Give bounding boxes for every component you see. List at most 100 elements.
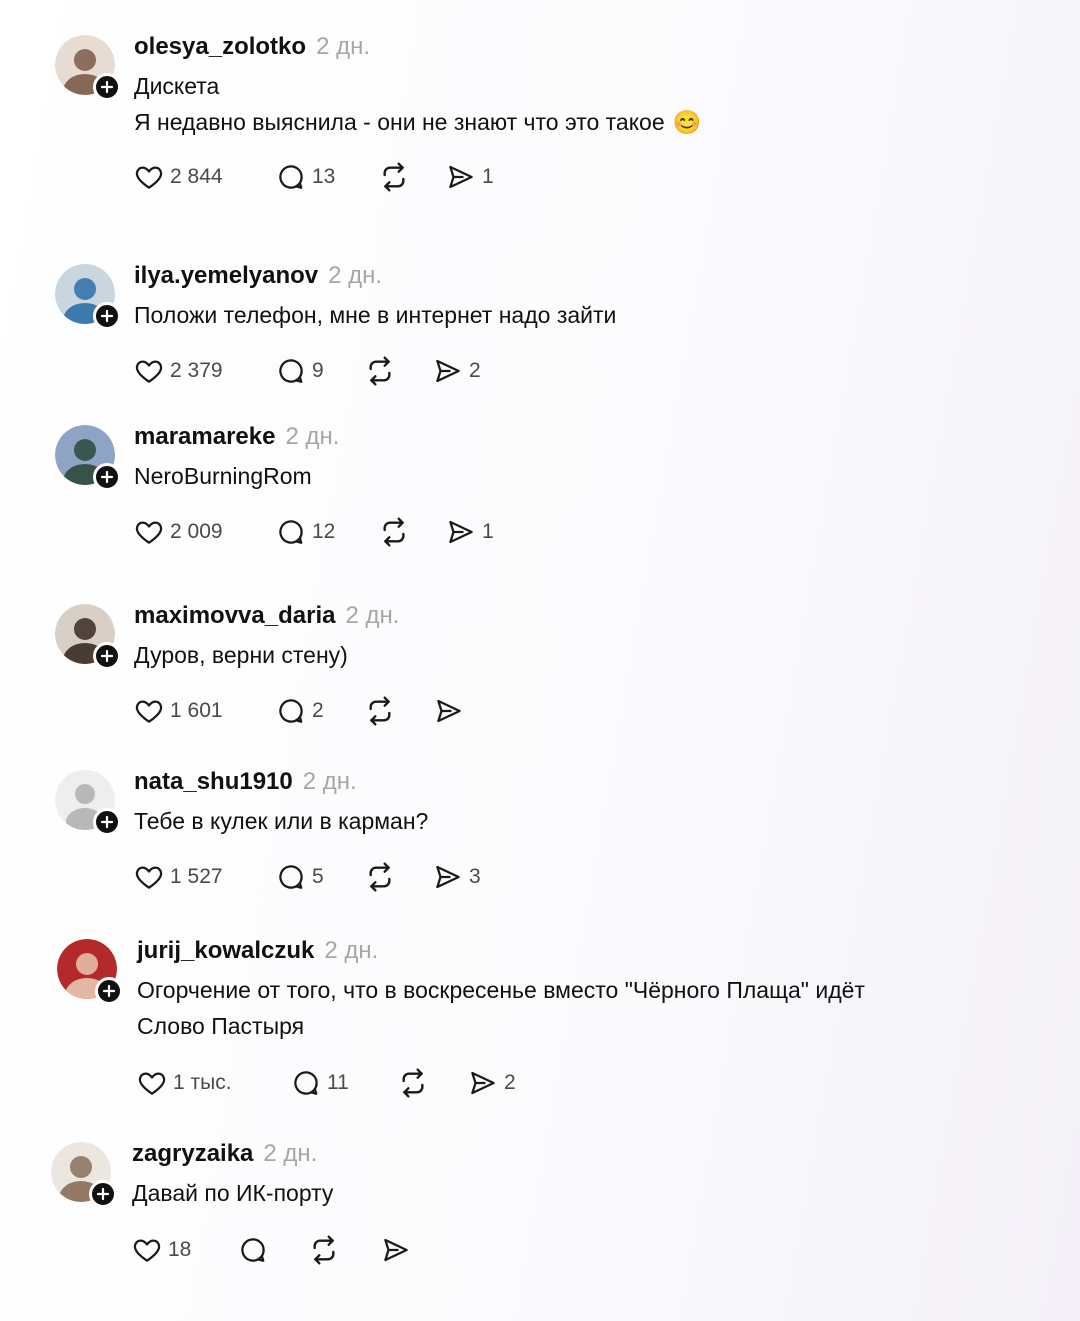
- avatar[interactable]: [55, 264, 121, 330]
- comment-text-line: Дуров, верни стену): [134, 637, 1014, 673]
- avatar[interactable]: [55, 425, 121, 491]
- follow-plus-button[interactable]: [89, 1180, 117, 1208]
- username[interactable]: ilya.yemelyanov: [134, 262, 318, 289]
- plus-icon: [102, 984, 116, 998]
- follow-plus-button[interactable]: [93, 302, 121, 330]
- share-button[interactable]: 1: [446, 162, 494, 192]
- reply-button[interactable]: 9: [276, 356, 324, 386]
- reply-button[interactable]: 11: [291, 1068, 349, 1098]
- likes-count: 18: [168, 1238, 192, 1261]
- share-button[interactable]: 2: [433, 356, 481, 386]
- repost-icon: [308, 1234, 340, 1266]
- comment-text-line: Положи телефон, мне в интернет надо зайт…: [134, 297, 1014, 333]
- repost-button[interactable]: [364, 356, 396, 386]
- username[interactable]: zagryzaika: [132, 1140, 253, 1167]
- reply-button[interactable]: 13: [276, 162, 335, 192]
- reply-button[interactable]: [238, 1235, 268, 1265]
- repost-icon: [364, 861, 396, 893]
- timestamp: 2 дн.: [263, 1140, 318, 1167]
- comment-text-content: Положи телефон, мне в интернет надо зайт…: [134, 302, 617, 328]
- comment-text-line: Давай по ИК-порту: [132, 1175, 1012, 1211]
- heart-icon: [134, 356, 164, 386]
- username-row: maramareke 2 дн.: [134, 423, 339, 451]
- reply-button[interactable]: 2: [276, 696, 324, 726]
- comment-text-line: Слово Пастыря: [137, 1008, 1017, 1044]
- comment-text-content: Давай по ИК-порту: [132, 1180, 334, 1206]
- follow-plus-button[interactable]: [93, 642, 121, 670]
- comment-text: Тебе в кулек или в карман?: [134, 803, 1014, 839]
- replies-count: 13: [312, 165, 336, 188]
- heart-icon: [132, 1235, 162, 1265]
- repost-button[interactable]: [378, 517, 410, 547]
- likes-count: 2 379: [170, 359, 223, 382]
- avatar[interactable]: [55, 35, 121, 101]
- share-button[interactable]: 2: [468, 1068, 516, 1098]
- share-button[interactable]: 1: [446, 517, 494, 547]
- repost-button[interactable]: [378, 162, 410, 192]
- comment-text-content: Дуров, верни стену): [134, 642, 348, 668]
- username-row: ilya.yemelyanov 2 дн.: [134, 262, 382, 290]
- timestamp: 2 дн.: [316, 33, 371, 60]
- share-button[interactable]: 3: [433, 862, 481, 892]
- repost-button[interactable]: [364, 862, 396, 892]
- comment-text: Дискета Я недавно выяснила - они не знают…: [134, 68, 1014, 140]
- repost-button[interactable]: [364, 696, 396, 726]
- repost-icon: [364, 695, 396, 727]
- username-row: maximovva_daria 2 дн.: [134, 602, 399, 630]
- comment-bubble-icon: [276, 862, 306, 892]
- share-button[interactable]: [381, 1235, 411, 1265]
- follow-plus-button[interactable]: [93, 463, 121, 491]
- like-button[interactable]: 1 601: [134, 696, 223, 726]
- avatar[interactable]: [55, 604, 121, 670]
- repost-button[interactable]: [308, 1235, 340, 1265]
- username[interactable]: jurij_kowalczuk: [137, 937, 314, 964]
- replies-count: 9: [312, 359, 324, 382]
- like-button[interactable]: 1 527: [134, 862, 223, 892]
- like-button[interactable]: 2 009: [134, 517, 223, 547]
- like-button[interactable]: 2 844: [134, 162, 223, 192]
- username[interactable]: maximovva_daria: [134, 602, 335, 629]
- username[interactable]: olesya_zolotko: [134, 33, 306, 60]
- follow-plus-button[interactable]: [93, 808, 121, 836]
- avatar[interactable]: [55, 770, 121, 836]
- follow-plus-button[interactable]: [93, 73, 121, 101]
- username[interactable]: maramareke: [134, 423, 275, 450]
- plus-icon: [100, 80, 114, 94]
- comment-text-content: Тебе в кулек или в карман?: [134, 808, 429, 834]
- share-button[interactable]: [434, 696, 464, 726]
- shares-count: 2: [469, 359, 481, 382]
- username[interactable]: nata_shu1910: [134, 768, 293, 795]
- comment-text-content: NeroBurningRom: [134, 463, 312, 489]
- comment-text-content: Огорчение от того, что в воскресенье вме…: [137, 977, 865, 1003]
- username-row: zagryzaika 2 дн.: [132, 1140, 317, 1168]
- timestamp: 2 дн.: [302, 768, 357, 795]
- likes-count: 2 844: [170, 165, 223, 188]
- avatar[interactable]: [57, 939, 123, 1005]
- comment-text-content: Дискета: [134, 73, 220, 99]
- plus-icon: [100, 309, 114, 323]
- like-button[interactable]: 2 379: [134, 356, 223, 386]
- send-icon: [446, 517, 476, 547]
- comment-text-line: Тебе в кулек или в карман?: [134, 803, 1014, 839]
- replies-count: 2: [312, 699, 324, 722]
- likes-count: 2 009: [170, 520, 223, 543]
- comment-bubble-icon: [291, 1068, 321, 1098]
- avatar[interactable]: [51, 1142, 117, 1208]
- shares-count: 1: [482, 165, 494, 188]
- follow-plus-button[interactable]: [95, 977, 123, 1005]
- username-row: jurij_kowalczuk 2 дн.: [137, 937, 378, 965]
- comment-bubble-icon: [276, 696, 306, 726]
- like-button[interactable]: 1 тыс.: [137, 1068, 232, 1098]
- reply-button[interactable]: 12: [276, 517, 335, 547]
- comment-text-line: NeroBurningRom: [134, 458, 1014, 494]
- send-icon: [381, 1235, 411, 1265]
- reply-button[interactable]: 5: [276, 862, 324, 892]
- replies-count: 11: [327, 1071, 349, 1094]
- repost-icon: [397, 1067, 429, 1099]
- timestamp: 2 дн.: [345, 602, 400, 629]
- repost-button[interactable]: [397, 1068, 429, 1098]
- like-button[interactable]: 18: [132, 1235, 191, 1265]
- comment-text: NeroBurningRom: [134, 458, 1014, 494]
- send-icon: [433, 356, 463, 386]
- plus-icon: [100, 470, 114, 484]
